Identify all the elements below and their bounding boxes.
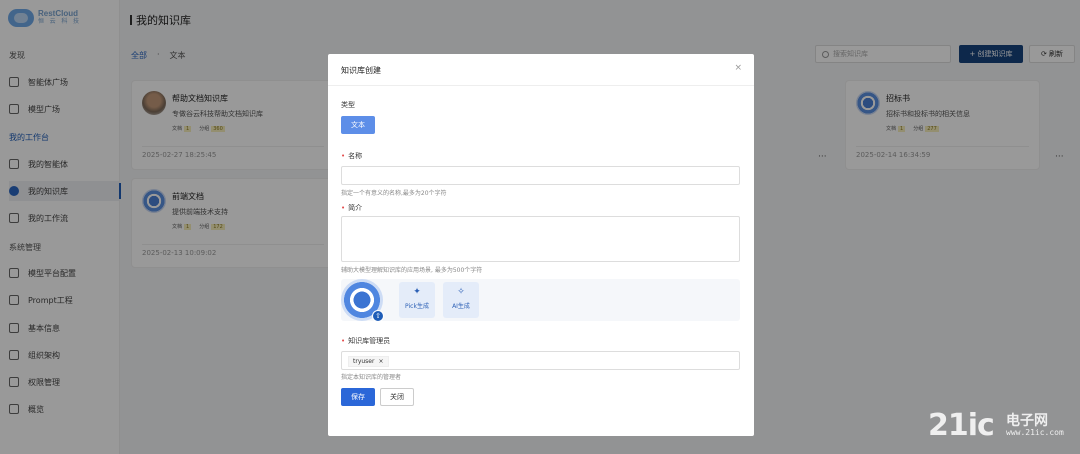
required-mark: • xyxy=(341,337,346,345)
sparkle-icon: ✧ xyxy=(457,287,465,297)
admin-label: • 知识库管理员 xyxy=(341,337,391,345)
admin-select[interactable]: tryuser × xyxy=(341,351,740,370)
name-label: • 名称 xyxy=(341,152,363,160)
save-button[interactable]: 保存 xyxy=(341,388,375,406)
remove-chip-icon[interactable]: × xyxy=(378,358,383,365)
admin-hint: 指定本知识库的管理者 xyxy=(341,374,402,381)
watermark-logo: 21ic 电子网 www.21ic.com xyxy=(928,408,1064,443)
required-mark: • xyxy=(341,204,346,212)
divider xyxy=(328,85,754,86)
ai-generate-button[interactable]: ✧ AI生成 xyxy=(443,282,479,318)
magic-wand-icon: ✦ xyxy=(413,287,421,297)
knowledge-avatar[interactable]: ⇧ xyxy=(341,279,384,322)
dialog-title: 知识库创建 xyxy=(341,66,381,75)
name-input[interactable] xyxy=(341,166,740,185)
intro-hint: 辅助大模型理解知识库的应用场景, 最多为500个字符 xyxy=(341,267,483,274)
type-text-button[interactable]: 文本 xyxy=(341,116,375,134)
intro-textarea[interactable] xyxy=(341,216,740,262)
required-mark: • xyxy=(341,152,346,160)
avatar-upload-row: ⇧ ✦ Pick生成 ✧ AI生成 xyxy=(341,279,740,322)
close-button[interactable]: 关闭 xyxy=(380,388,414,406)
type-label: 类型 xyxy=(341,101,355,109)
admin-chip: tryuser × xyxy=(348,356,389,367)
pick-generate-button[interactable]: ✦ Pick生成 xyxy=(399,282,435,318)
upload-icon[interactable]: ⇧ xyxy=(372,310,384,322)
intro-label: • 简介 xyxy=(341,204,363,212)
close-icon[interactable]: × xyxy=(734,63,742,73)
name-hint: 指定一个有意义的名称,最多为20个字符 xyxy=(341,190,447,197)
create-knowledge-dialog: 知识库创建 × 类型 文本 • 名称 指定一个有意义的名称,最多为20个字符 • 简… xyxy=(328,54,754,436)
